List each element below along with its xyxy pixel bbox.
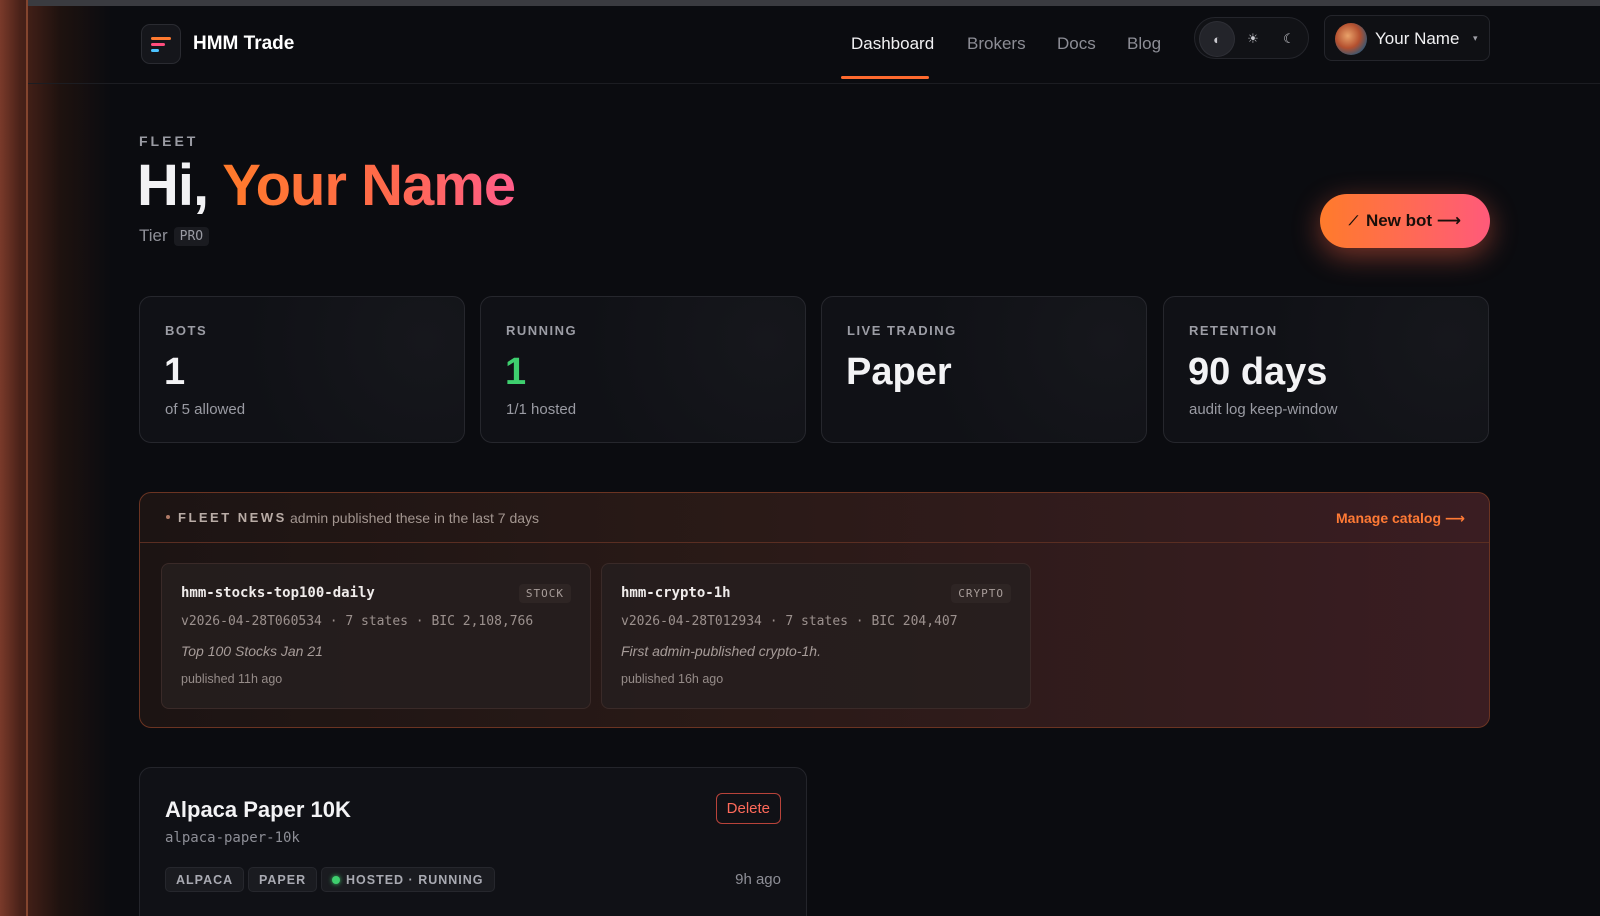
tag-label: PAPER bbox=[259, 872, 307, 887]
manage-catalog-link[interactable]: Manage catalog ⟶ bbox=[1336, 510, 1465, 527]
stat-sub: of 5 allowed bbox=[165, 401, 246, 418]
news-item-meta: v2026-04-28T060534 · 7 states · BIC 2,10… bbox=[181, 614, 534, 629]
fleet-news-title: FLEET NEWS bbox=[178, 510, 287, 525]
nav-brokers[interactable]: Brokers bbox=[967, 34, 1026, 54]
theme-switcher: ◐ ☀ ☾ bbox=[1194, 17, 1309, 59]
stat-label: BOTS bbox=[165, 323, 208, 338]
greeting-name: Your Name bbox=[222, 153, 516, 218]
brand-name[interactable]: HMM Trade bbox=[193, 33, 294, 55]
stat-value: 1 bbox=[505, 351, 527, 393]
bot-card[interactable]: Alpaca Paper 10K alpaca-paper-10k Delete… bbox=[139, 767, 807, 916]
news-item-time: published 16h ago bbox=[621, 672, 724, 686]
wand-icon: ⟋ bbox=[1348, 213, 1358, 228]
active-nav-indicator bbox=[841, 76, 929, 79]
contrast-icon[interactable]: ◐ bbox=[1200, 22, 1234, 56]
news-item-note: First admin-published crypto-1h. bbox=[621, 643, 821, 659]
news-item-note: Top 100 Stocks Jan 21 bbox=[181, 643, 323, 659]
chevron-down-icon: ▾ bbox=[1473, 33, 1478, 43]
fleet-news-header: FLEET NEWS admin published these in the … bbox=[140, 493, 1489, 543]
tag-label: HOSTED · RUNNING bbox=[346, 872, 484, 887]
news-item-stocks[interactable]: hmm-stocks-top100-daily STOCK v2026-04-2… bbox=[161, 563, 591, 709]
stat-value: 1 bbox=[164, 351, 186, 393]
fleet-news-description: admin published these in the last 7 days bbox=[290, 510, 540, 526]
delete-bot-button[interactable]: Delete bbox=[715, 793, 781, 824]
broker-tag: ALPACA bbox=[165, 867, 245, 892]
sun-icon[interactable]: ☀ bbox=[1236, 22, 1270, 56]
stat-value: Paper bbox=[846, 351, 952, 393]
tag-label: ALPACA bbox=[176, 872, 234, 887]
news-item-crypto[interactable]: hmm-crypto-1h CRYPTO v2026-04-28T012934 … bbox=[601, 563, 1031, 709]
section-eyebrow: FLEET bbox=[139, 133, 199, 149]
left-background-rail bbox=[0, 0, 110, 916]
stat-sub: 1/1 hosted bbox=[506, 401, 577, 418]
news-item-name: hmm-crypto-1h bbox=[621, 585, 731, 601]
bot-timestamp: 9h ago bbox=[735, 871, 781, 888]
tier-label: Tier bbox=[139, 226, 168, 245]
nav-blog[interactable]: Blog bbox=[1127, 34, 1161, 54]
nav-dashboard[interactable]: Dashboard bbox=[851, 34, 934, 54]
user-menu-button[interactable]: Your Name ▾ bbox=[1324, 15, 1490, 61]
stat-label: RUNNING bbox=[506, 323, 578, 338]
mode-tag: PAPER bbox=[248, 867, 318, 892]
stat-card-live-trading: LIVE TRADING Paper bbox=[821, 296, 1147, 443]
greeting-prefix: Hi, bbox=[137, 153, 223, 218]
new-bot-button[interactable]: ⟋ New bot ⟶ bbox=[1320, 194, 1490, 248]
menu-lines-logo-icon[interactable] bbox=[141, 24, 181, 64]
stat-label: LIVE TRADING bbox=[847, 323, 957, 338]
news-item-time: published 11h ago bbox=[181, 672, 283, 686]
bot-slug: alpaca-paper-10k bbox=[165, 830, 300, 846]
stat-card-running: RUNNING 1 1/1 hosted bbox=[480, 296, 806, 443]
fleet-news-panel: FLEET NEWS admin published these in the … bbox=[139, 492, 1490, 728]
moon-icon[interactable]: ☾ bbox=[1272, 22, 1306, 56]
bot-name: Alpaca Paper 10K bbox=[165, 797, 351, 822]
stat-label: RETENTION bbox=[1189, 323, 1278, 338]
news-item-meta: v2026-04-28T012934 · 7 states · BIC 204,… bbox=[621, 614, 958, 629]
avatar bbox=[1335, 23, 1367, 55]
news-item-badge: CRYPTO bbox=[951, 584, 1011, 603]
status-dot-icon bbox=[332, 875, 340, 884]
nav-docs[interactable]: Docs bbox=[1057, 34, 1096, 54]
stat-card-bots: BOTS 1 of 5 allowed bbox=[139, 296, 465, 443]
tier-badge: PRO bbox=[173, 227, 210, 246]
bullet-icon bbox=[166, 515, 170, 519]
stat-value: 90 days bbox=[1188, 351, 1328, 393]
stat-sub: audit log keep-window bbox=[1189, 401, 1338, 418]
news-item-name: hmm-stocks-top100-daily bbox=[181, 585, 375, 601]
news-item-badge: STOCK bbox=[518, 584, 571, 603]
page-title: Hi, Your Name bbox=[137, 153, 516, 219]
tier-row: Tier PRO bbox=[139, 226, 210, 246]
user-name: Your Name bbox=[1375, 29, 1460, 48]
stat-card-retention: RETENTION 90 days audit log keep-window bbox=[1163, 296, 1489, 443]
new-bot-label: New bot ⟶ bbox=[1365, 211, 1462, 230]
status-badge: HOSTED · RUNNING bbox=[321, 867, 495, 892]
